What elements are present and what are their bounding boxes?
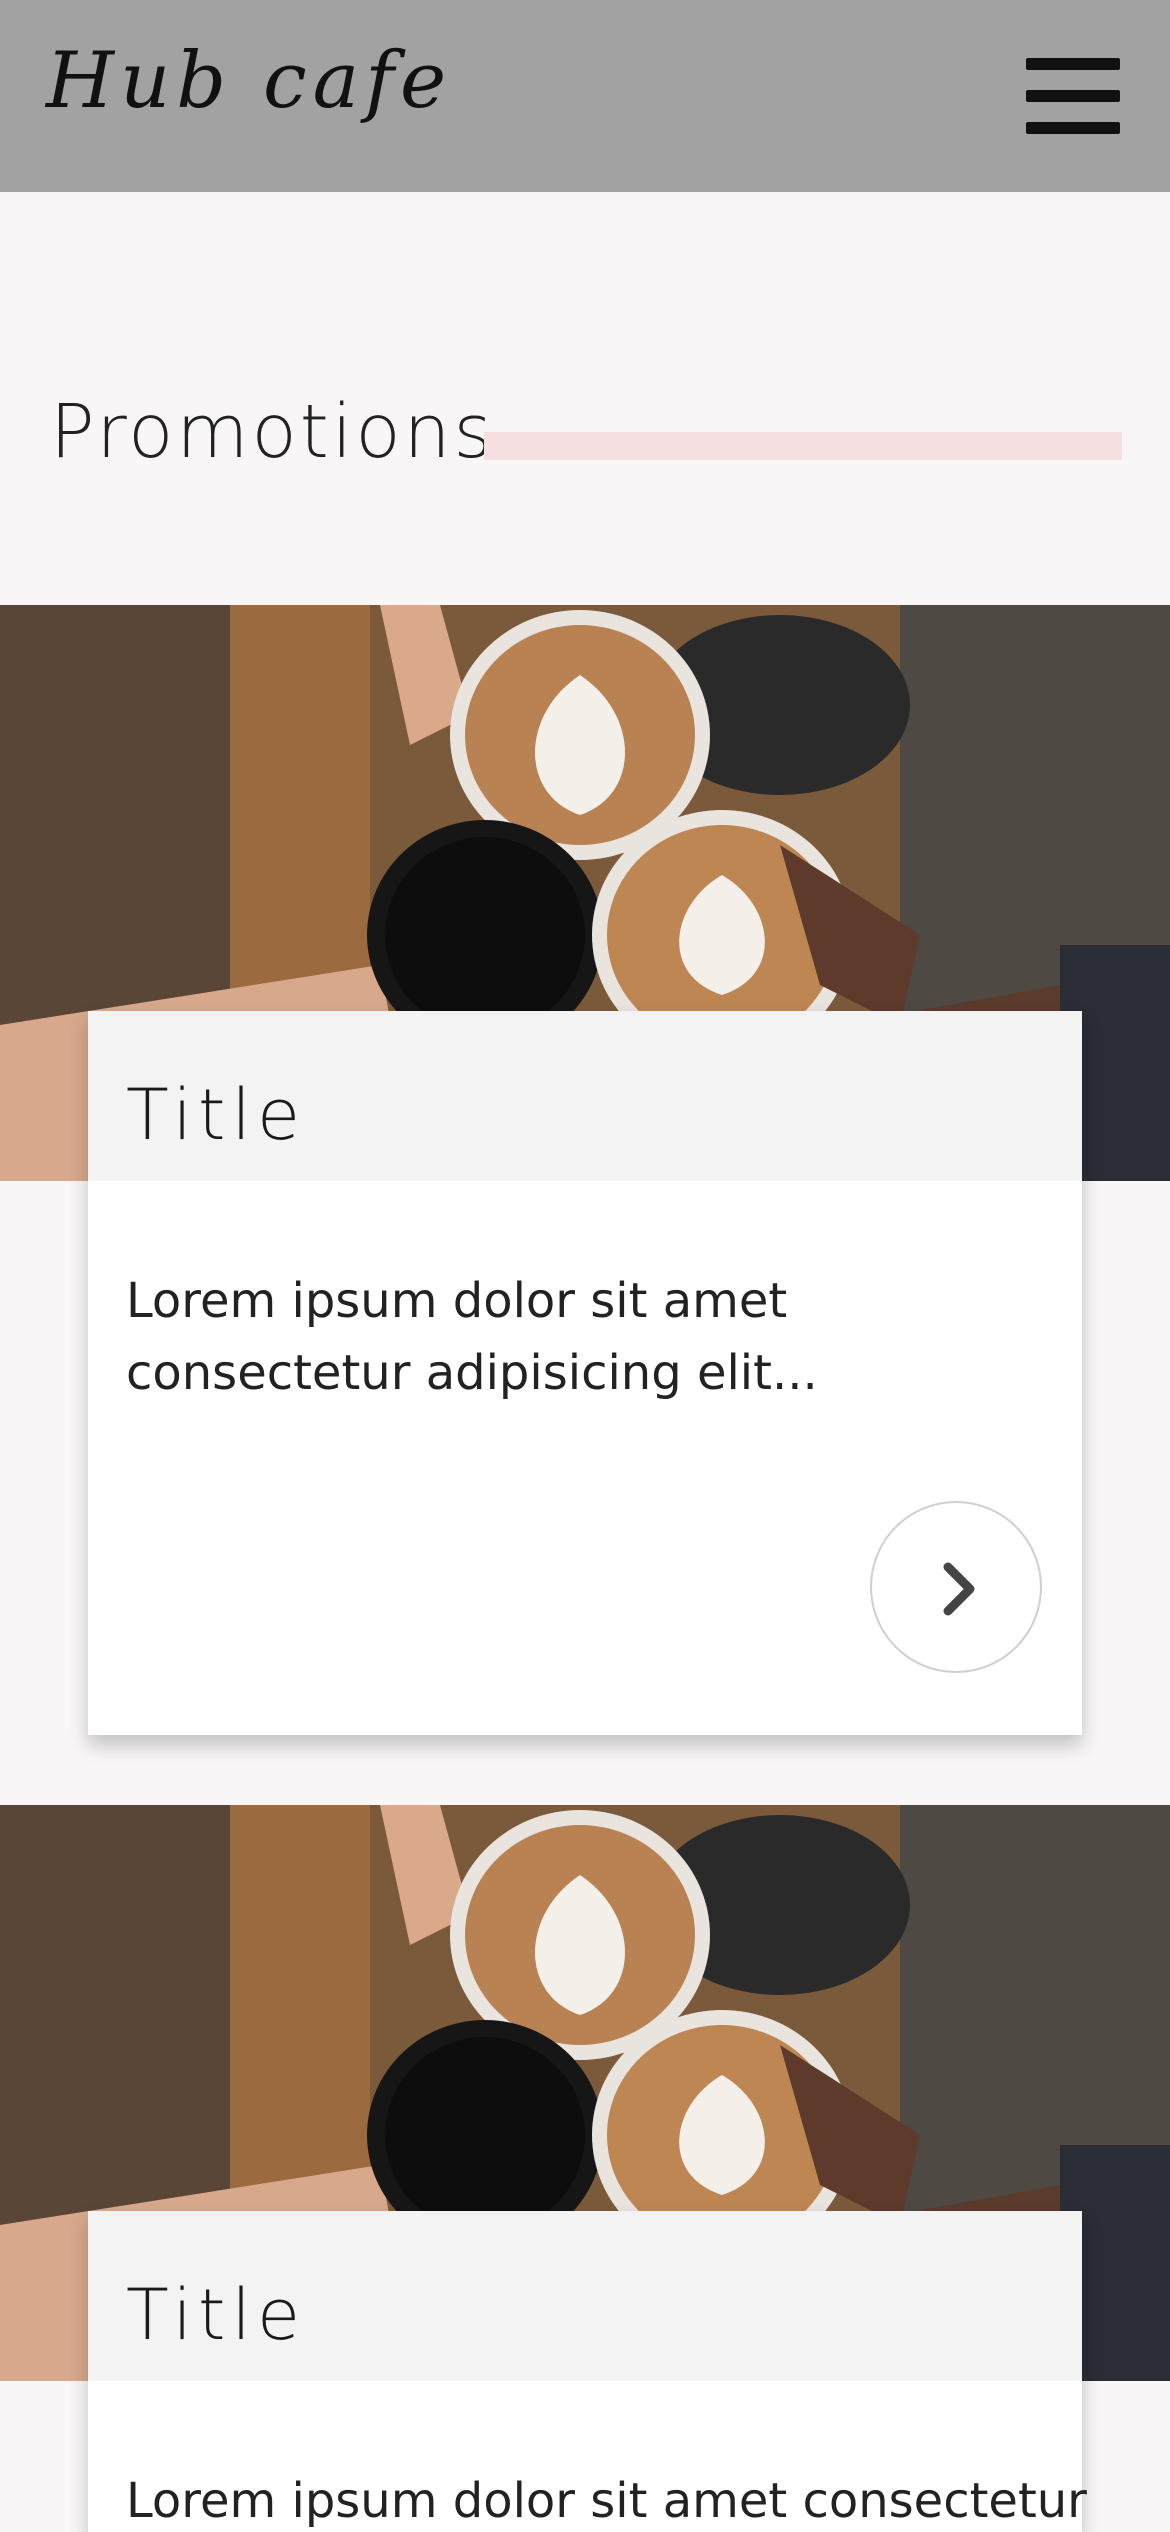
app-header: Hub cafe [0, 0, 1170, 192]
promo-card[interactable]: Title Lorem ipsum dolor sit amet consect… [88, 2211, 1087, 2532]
open-promo-button[interactable] [870, 1501, 1042, 1673]
card-description: Lorem ipsum dolor sit amet consectetur [126, 2473, 1087, 2529]
page-title: Promotions [50, 389, 496, 475]
menu-bar-top [1026, 58, 1120, 70]
hamburger-menu-icon[interactable] [1022, 54, 1124, 138]
menu-bar-middle [1026, 90, 1120, 102]
card-title-band: Title [88, 1011, 1082, 1181]
heading-accent-rule [484, 432, 1122, 460]
promo-card[interactable]: Title Lorem ipsum dolor sit amet consect… [88, 1011, 1082, 1735]
card-title: Title [126, 1074, 307, 1156]
promo-item: Title Lorem ipsum dolor sit amet consect… [0, 1805, 1170, 2532]
brand-logo[interactable]: Hub cafe [46, 42, 452, 120]
menu-bar-bottom [1026, 122, 1120, 134]
chevron-right-icon [943, 1562, 975, 1616]
card-title: Title [126, 2274, 307, 2356]
card-description: Lorem ipsum dolor sit amet consectetur a… [126, 1273, 818, 1401]
promo-item: Title Lorem ipsum dolor sit amet consect… [0, 605, 1170, 1735]
card-title-band: Title [88, 2211, 1082, 2381]
